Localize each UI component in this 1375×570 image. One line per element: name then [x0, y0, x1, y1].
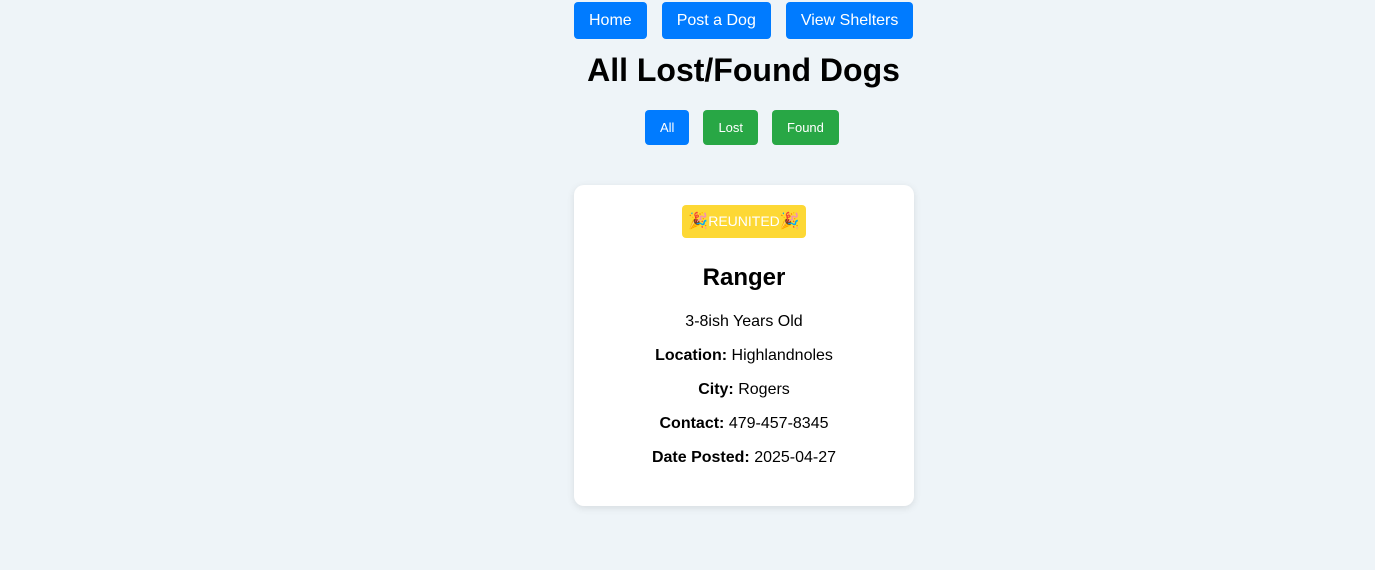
party-popper-icon: 🎉: [779, 213, 800, 230]
filter-lost-button[interactable]: Lost: [703, 110, 759, 145]
reunited-badge: 🎉REUNITED🎉: [682, 205, 806, 238]
page-title: All Lost/Found Dogs: [587, 52, 900, 88]
contact-label: Contact:: [659, 415, 725, 432]
dog-card: 🎉REUNITED🎉 Ranger 3-8ish Years Old Locat…: [574, 185, 914, 506]
top-nav: Home Post a Dog View Shelters: [574, 2, 914, 39]
party-popper-icon: 🎉: [688, 213, 709, 230]
view-shelters-button[interactable]: View Shelters: [785, 2, 914, 39]
filter-found-button[interactable]: Found: [772, 110, 839, 145]
location-value: Highlandnoles: [731, 347, 833, 364]
dog-age: 3-8ish Years Old: [685, 313, 803, 330]
date-value: 2025-04-27: [754, 449, 837, 466]
location-label: Location:: [655, 347, 728, 364]
city-label: City:: [698, 381, 734, 398]
filter-bar: All Lost Found: [645, 110, 839, 145]
date-label: Date Posted:: [651, 449, 750, 466]
dog-location: Location: Highlandnoles: [574, 346, 914, 366]
filter-all-button[interactable]: All: [645, 110, 690, 145]
dog-date-posted: Date Posted: 2025-04-27: [574, 448, 914, 468]
home-button[interactable]: Home: [574, 2, 647, 39]
dog-city: City: Rogers: [574, 380, 914, 400]
contact-value: 479-457-8345: [728, 415, 829, 432]
city-value: Rogers: [738, 381, 790, 398]
badge-text: REUNITED: [708, 213, 780, 229]
dog-contact: Contact: 479-457-8345: [574, 414, 914, 434]
post-dog-button[interactable]: Post a Dog: [661, 2, 771, 39]
dog-name: Ranger: [702, 264, 786, 291]
